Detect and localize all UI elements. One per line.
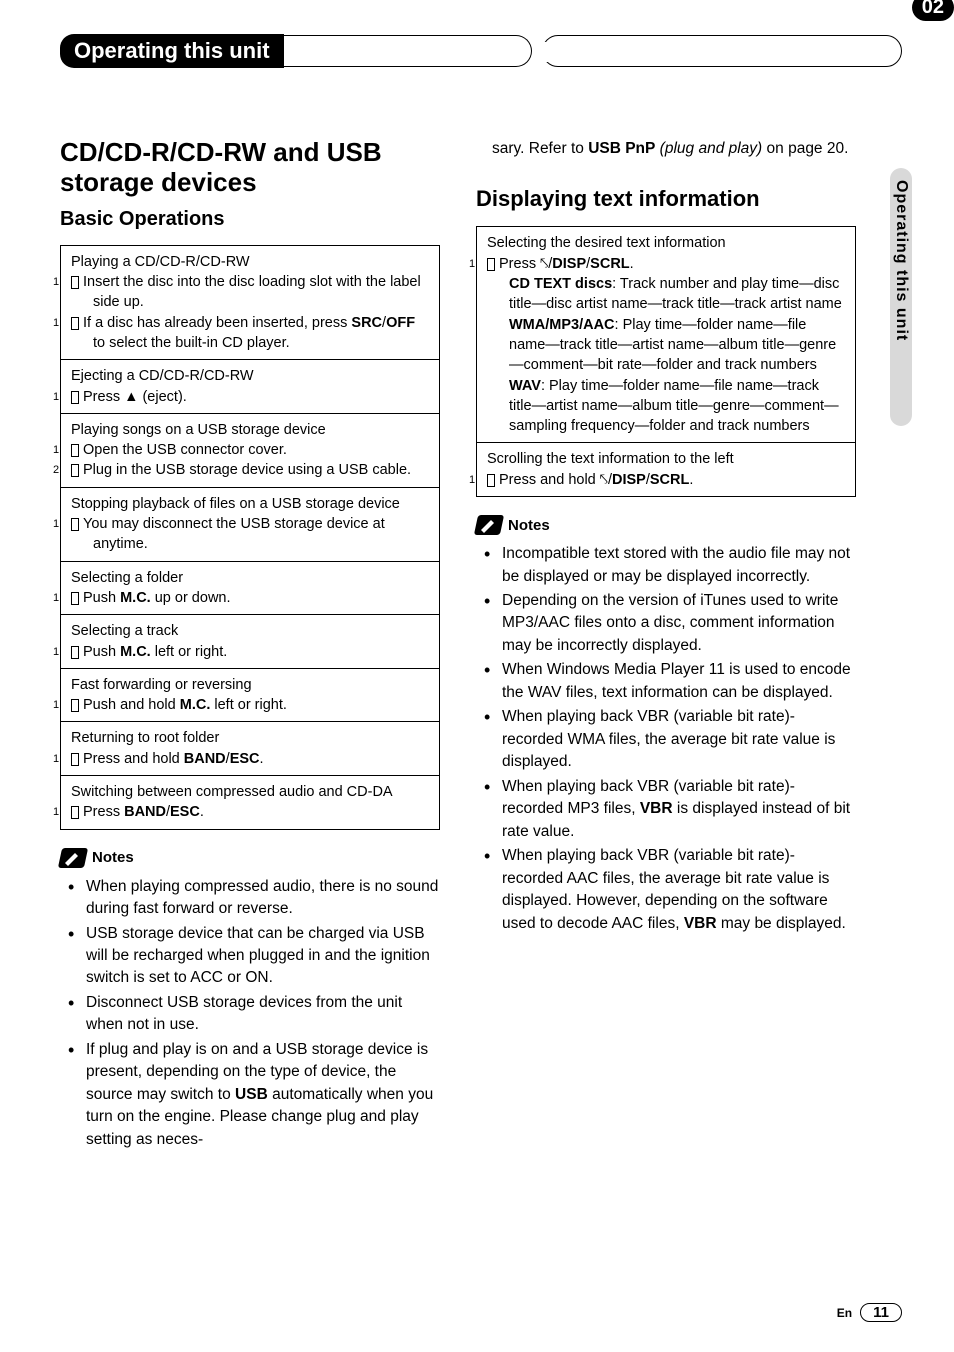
row-step: Insert the disc into the disc loading sl… <box>83 274 421 310</box>
row-title: Playing a CD/CD-R/CD-RW <box>71 252 429 272</box>
section-number: 02 <box>912 0 954 21</box>
side-tab-label: Operating this unit <box>892 180 910 341</box>
table-row: Playing songs on a USB storage device 1O… <box>61 414 439 488</box>
step-icon: 1 <box>71 592 79 605</box>
notes-list: Incompatible text stored with the audio … <box>476 543 856 935</box>
step-icon: 1 <box>487 258 495 271</box>
side-tab: Operating this unit <box>890 168 912 426</box>
eject-icon: ▲ <box>124 389 138 405</box>
header-tab: Operating this unit <box>60 34 284 68</box>
list-item: When playing back VBR (variable bit rate… <box>476 706 856 773</box>
heading-text-info: Displaying text information <box>476 186 856 212</box>
list-item: Disconnect USB storage devices from the … <box>60 992 440 1037</box>
return-icon: ⤣ <box>600 472 608 488</box>
row-step: Open the USB connector cover. <box>83 442 287 458</box>
row-step: If a disc has already been inserted, pre… <box>83 315 415 351</box>
notes-list: When playing compressed audio, there is … <box>60 876 440 1152</box>
notes-label: Notes <box>92 849 134 866</box>
header-rule-right <box>542 35 902 67</box>
pencil-icon <box>474 515 504 535</box>
row-title: Switching between compressed audio and C… <box>71 782 429 802</box>
row-step: Press ⤣/DISP/SCRL. <box>499 256 634 272</box>
table-row: Returning to root folder 1 Press and hold… <box>61 722 439 776</box>
pencil-icon <box>58 848 88 868</box>
table-row: Selecting a track 1 Push M.C. left or rig… <box>61 615 439 669</box>
step-icon: 1 <box>71 444 79 457</box>
list-item: If plug and play is on and a USB storage… <box>60 1039 440 1151</box>
row-title: Selecting a track <box>71 621 429 641</box>
table-row: Scrolling the text information to the le… <box>477 443 855 496</box>
notes-header: Notes <box>476 515 856 535</box>
list-item: When playing back VBR (variable bit rate… <box>476 845 856 935</box>
row-title: Ejecting a CD/CD-R/CD-RW <box>71 366 429 386</box>
step-icon: 1 <box>71 276 79 289</box>
text-info-table: Selecting the desired text information 1… <box>476 226 856 497</box>
footer-page-number: 11 <box>860 1303 902 1322</box>
table-row: Stopping playback of files on a USB stor… <box>61 488 439 562</box>
row-step: Press ▲ (eject). <box>83 389 187 405</box>
row-step: Push M.C. left or right. <box>83 644 227 660</box>
row-detail: CD TEXT discs: Track number and play tim… <box>487 274 845 315</box>
header-rule-left <box>284 35 532 67</box>
step-icon: 1 <box>71 317 79 330</box>
step-icon: 2 <box>71 464 79 477</box>
list-item: When Windows Media Player 11 is used to … <box>476 659 856 704</box>
step-icon: 1 <box>487 474 495 487</box>
row-title: Fast forwarding or reversing <box>71 675 429 695</box>
table-row: Selecting the desired text information 1… <box>477 227 855 443</box>
table-row: Playing a CD/CD-R/CD-RW 1 Insert the disc… <box>61 246 439 360</box>
left-column: CD/CD-R/CD-RW and USB storage devices Ba… <box>60 138 440 1153</box>
list-item: Incompatible text stored with the audio … <box>476 543 856 588</box>
section-badge: Section 02 <box>912 0 954 21</box>
row-step: Press and hold BAND/ESC. <box>83 751 264 767</box>
row-title: Playing songs on a USB storage device <box>71 420 429 440</box>
table-row: Fast forwarding or reversing 1 Push and h… <box>61 669 439 723</box>
list-item: When playing back VBR (variable bit rate… <box>476 776 856 843</box>
page-footer: En 11 <box>837 1303 902 1322</box>
row-step: Push and hold M.C. left or right. <box>83 697 287 713</box>
step-icon: 1 <box>71 518 79 531</box>
row-title: Selecting the desired text information <box>487 233 845 253</box>
basic-ops-table: Playing a CD/CD-R/CD-RW 1 Insert the disc… <box>60 245 440 830</box>
notes-header: Notes <box>60 848 440 868</box>
list-item: When playing compressed audio, there is … <box>60 876 440 921</box>
step-icon: 1 <box>71 391 79 404</box>
row-step: Press and hold ⤣/DISP/SCRL. <box>499 472 693 488</box>
row-step: Plug in the USB storage device using a U… <box>83 462 411 478</box>
row-step: Press BAND/ESC. <box>83 804 204 820</box>
footer-lang: En <box>837 1306 852 1320</box>
continuation-text: sary. Refer to USB PnP (plug and play) o… <box>476 138 856 160</box>
table-row: Selecting a folder 1 Push M.C. up or down… <box>61 562 439 616</box>
right-column: sary. Refer to USB PnP (plug and play) o… <box>476 138 856 1153</box>
row-title: Returning to root folder <box>71 728 429 748</box>
row-title: Selecting a folder <box>71 568 429 588</box>
row-step: You may disconnect the USB storage devic… <box>83 516 385 552</box>
step-icon: 1 <box>71 646 79 659</box>
heading-basic-ops: Basic Operations <box>60 208 440 231</box>
table-row: Ejecting a CD/CD-R/CD-RW 1 Press ▲ (eject… <box>61 360 439 414</box>
header-row: Operating this unit <box>60 34 912 68</box>
heading-main: CD/CD-R/CD-RW and USB storage devices <box>60 138 440 198</box>
list-item: USB storage device that can be charged v… <box>60 923 440 990</box>
row-title: Scrolling the text information to the le… <box>487 449 845 469</box>
list-item: Depending on the version of iTunes used … <box>476 590 856 657</box>
row-detail: WAV: Play time—folder name—file name—tra… <box>487 376 845 437</box>
row-detail: WMA/MP3/AAC: Play time—folder name—file … <box>487 315 845 376</box>
step-icon: 1 <box>71 806 79 819</box>
step-icon: 1 <box>71 699 79 712</box>
notes-label: Notes <box>508 517 550 534</box>
row-title: Stopping playback of files on a USB stor… <box>71 494 429 514</box>
row-step: Push M.C. up or down. <box>83 590 231 606</box>
table-row: Switching between compressed audio and C… <box>61 776 439 829</box>
step-icon: 1 <box>71 753 79 766</box>
